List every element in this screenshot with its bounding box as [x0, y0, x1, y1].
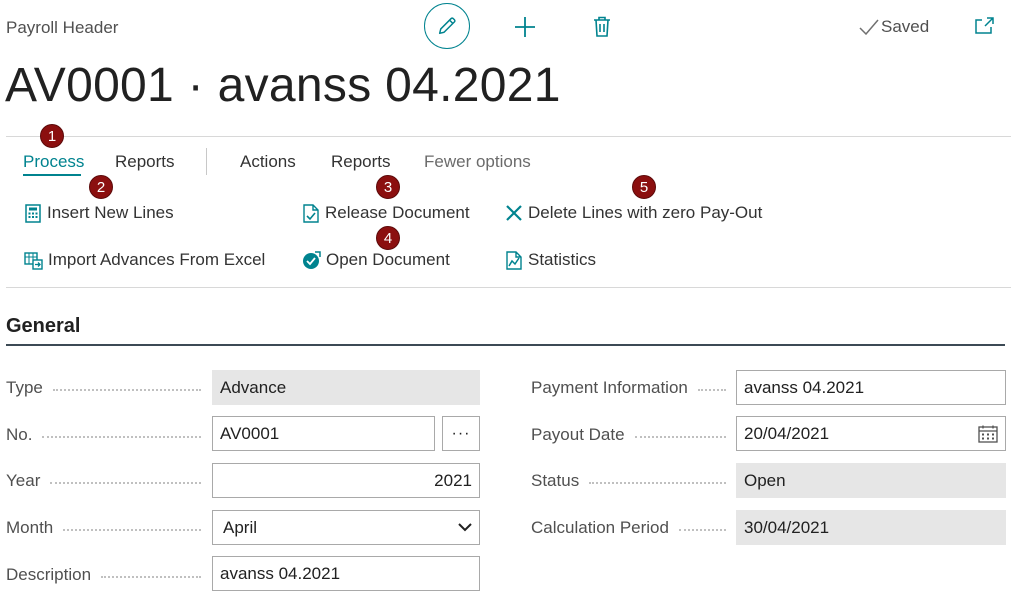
year-label: Year [6, 470, 201, 492]
saved-label: Saved [881, 17, 930, 36]
dotted-leader [42, 436, 201, 438]
calculation-period-label-text: Calculation Period [531, 518, 669, 537]
dotted-leader [697, 389, 726, 391]
add-icon [515, 17, 535, 37]
release-document-icon [303, 203, 319, 223]
saved-status: Saved [859, 17, 929, 37]
payment-information-label-text: Payment Information [531, 378, 688, 397]
delete-lines-zero-payout-label: Delete Lines with zero Pay-Out [528, 203, 763, 222]
tab-separator [206, 148, 207, 175]
year-label-text: Year [6, 471, 41, 490]
checkmark-icon [859, 19, 879, 35]
close-icon [506, 205, 522, 221]
status-label: Status [531, 470, 726, 492]
open-document-icon [303, 250, 321, 269]
open-document-button[interactable]: Open Document [302, 250, 450, 270]
payout-date-field[interactable]: 20/04/2021 [736, 416, 1006, 451]
description-label-text: Description [6, 565, 92, 584]
dotted-leader [50, 482, 201, 484]
payment-information-field[interactable]: avanss 04.2021 [736, 370, 1006, 405]
delete-icon [594, 16, 610, 37]
dotted-leader [589, 482, 726, 484]
divider [6, 136, 1011, 137]
type-label: Type [6, 377, 201, 399]
callout-badge-2: 2 [89, 175, 113, 199]
section-underline [6, 344, 1005, 346]
payout-date-label-text: Payout Date [531, 425, 625, 444]
divider [6, 287, 1011, 288]
dotted-leader [101, 576, 201, 578]
section-title-general[interactable]: General [6, 315, 80, 338]
edit-button[interactable] [424, 3, 470, 49]
calculation-period-field: 30/04/2021 [736, 510, 1006, 545]
fewer-options-button[interactable]: Fewer options [424, 152, 531, 172]
open-document-label: Open Document [326, 250, 450, 269]
description-field[interactable]: avanss 04.2021 [212, 556, 480, 591]
tab-process[interactable]: Process [23, 152, 84, 172]
no-label: No. [6, 424, 201, 446]
dotted-leader [634, 436, 726, 438]
statistics-icon [506, 250, 522, 270]
page-title: AV0001 · avanss 04.2021 [5, 59, 561, 112]
release-document-label: Release Document [325, 203, 470, 222]
tab-reports-primary[interactable]: Reports [115, 152, 175, 172]
calendar-icon[interactable] [978, 425, 998, 443]
import-advances-button[interactable]: Import Advances From Excel [24, 250, 265, 270]
payout-date-label: Payout Date [531, 424, 726, 446]
calculator-icon [25, 203, 41, 223]
import-icon [24, 251, 43, 270]
edit-icon [438, 17, 456, 35]
release-document-button[interactable]: Release Document [302, 203, 470, 223]
no-field[interactable]: AV0001 [212, 416, 435, 451]
type-label-text: Type [6, 378, 43, 397]
chevron-down-icon [458, 523, 472, 532]
insert-new-lines-label: Insert New Lines [47, 203, 174, 222]
dotted-leader [63, 529, 201, 531]
tab-reports[interactable]: Reports [331, 152, 391, 172]
open-new-window-button[interactable] [973, 15, 995, 37]
month-selected-value: April [223, 517, 258, 537]
status-label-text: Status [531, 471, 580, 490]
dotted-leader [678, 529, 726, 531]
open-new-window-icon [975, 17, 994, 34]
status-field: Open [736, 463, 1006, 498]
month-label-text: Month [6, 518, 54, 537]
callout-badge-3: 3 [376, 175, 400, 199]
import-advances-label: Import Advances From Excel [48, 250, 266, 269]
tab-process-underline [23, 174, 81, 176]
statistics-button[interactable]: Statistics [505, 250, 596, 270]
month-select[interactable]: April [212, 510, 480, 545]
dotted-leader [52, 389, 201, 391]
delete-lines-zero-payout-button[interactable]: Delete Lines with zero Pay-Out [505, 203, 762, 223]
callout-badge-5: 5 [632, 175, 656, 199]
month-label: Month [6, 517, 201, 539]
page-kind-label: Payroll Header [6, 18, 119, 37]
description-label: Description [6, 564, 201, 586]
calculation-period-label: Calculation Period [531, 517, 726, 539]
no-lookup-button[interactable]: ··· [442, 416, 480, 451]
callout-badge-4: 4 [376, 226, 400, 250]
new-button[interactable] [512, 14, 538, 40]
statistics-label: Statistics [528, 250, 597, 269]
insert-new-lines-button[interactable]: Insert New Lines [24, 203, 174, 223]
payment-information-label: Payment Information [531, 377, 726, 399]
tab-actions[interactable]: Actions [240, 152, 296, 172]
payout-date-value: 20/04/2021 [744, 423, 830, 443]
delete-button[interactable] [590, 14, 614, 38]
no-label-text: No. [6, 425, 33, 444]
callout-badge-1: 1 [40, 124, 64, 148]
year-field[interactable]: 2021 [212, 463, 480, 498]
type-field: Advance [212, 370, 480, 405]
